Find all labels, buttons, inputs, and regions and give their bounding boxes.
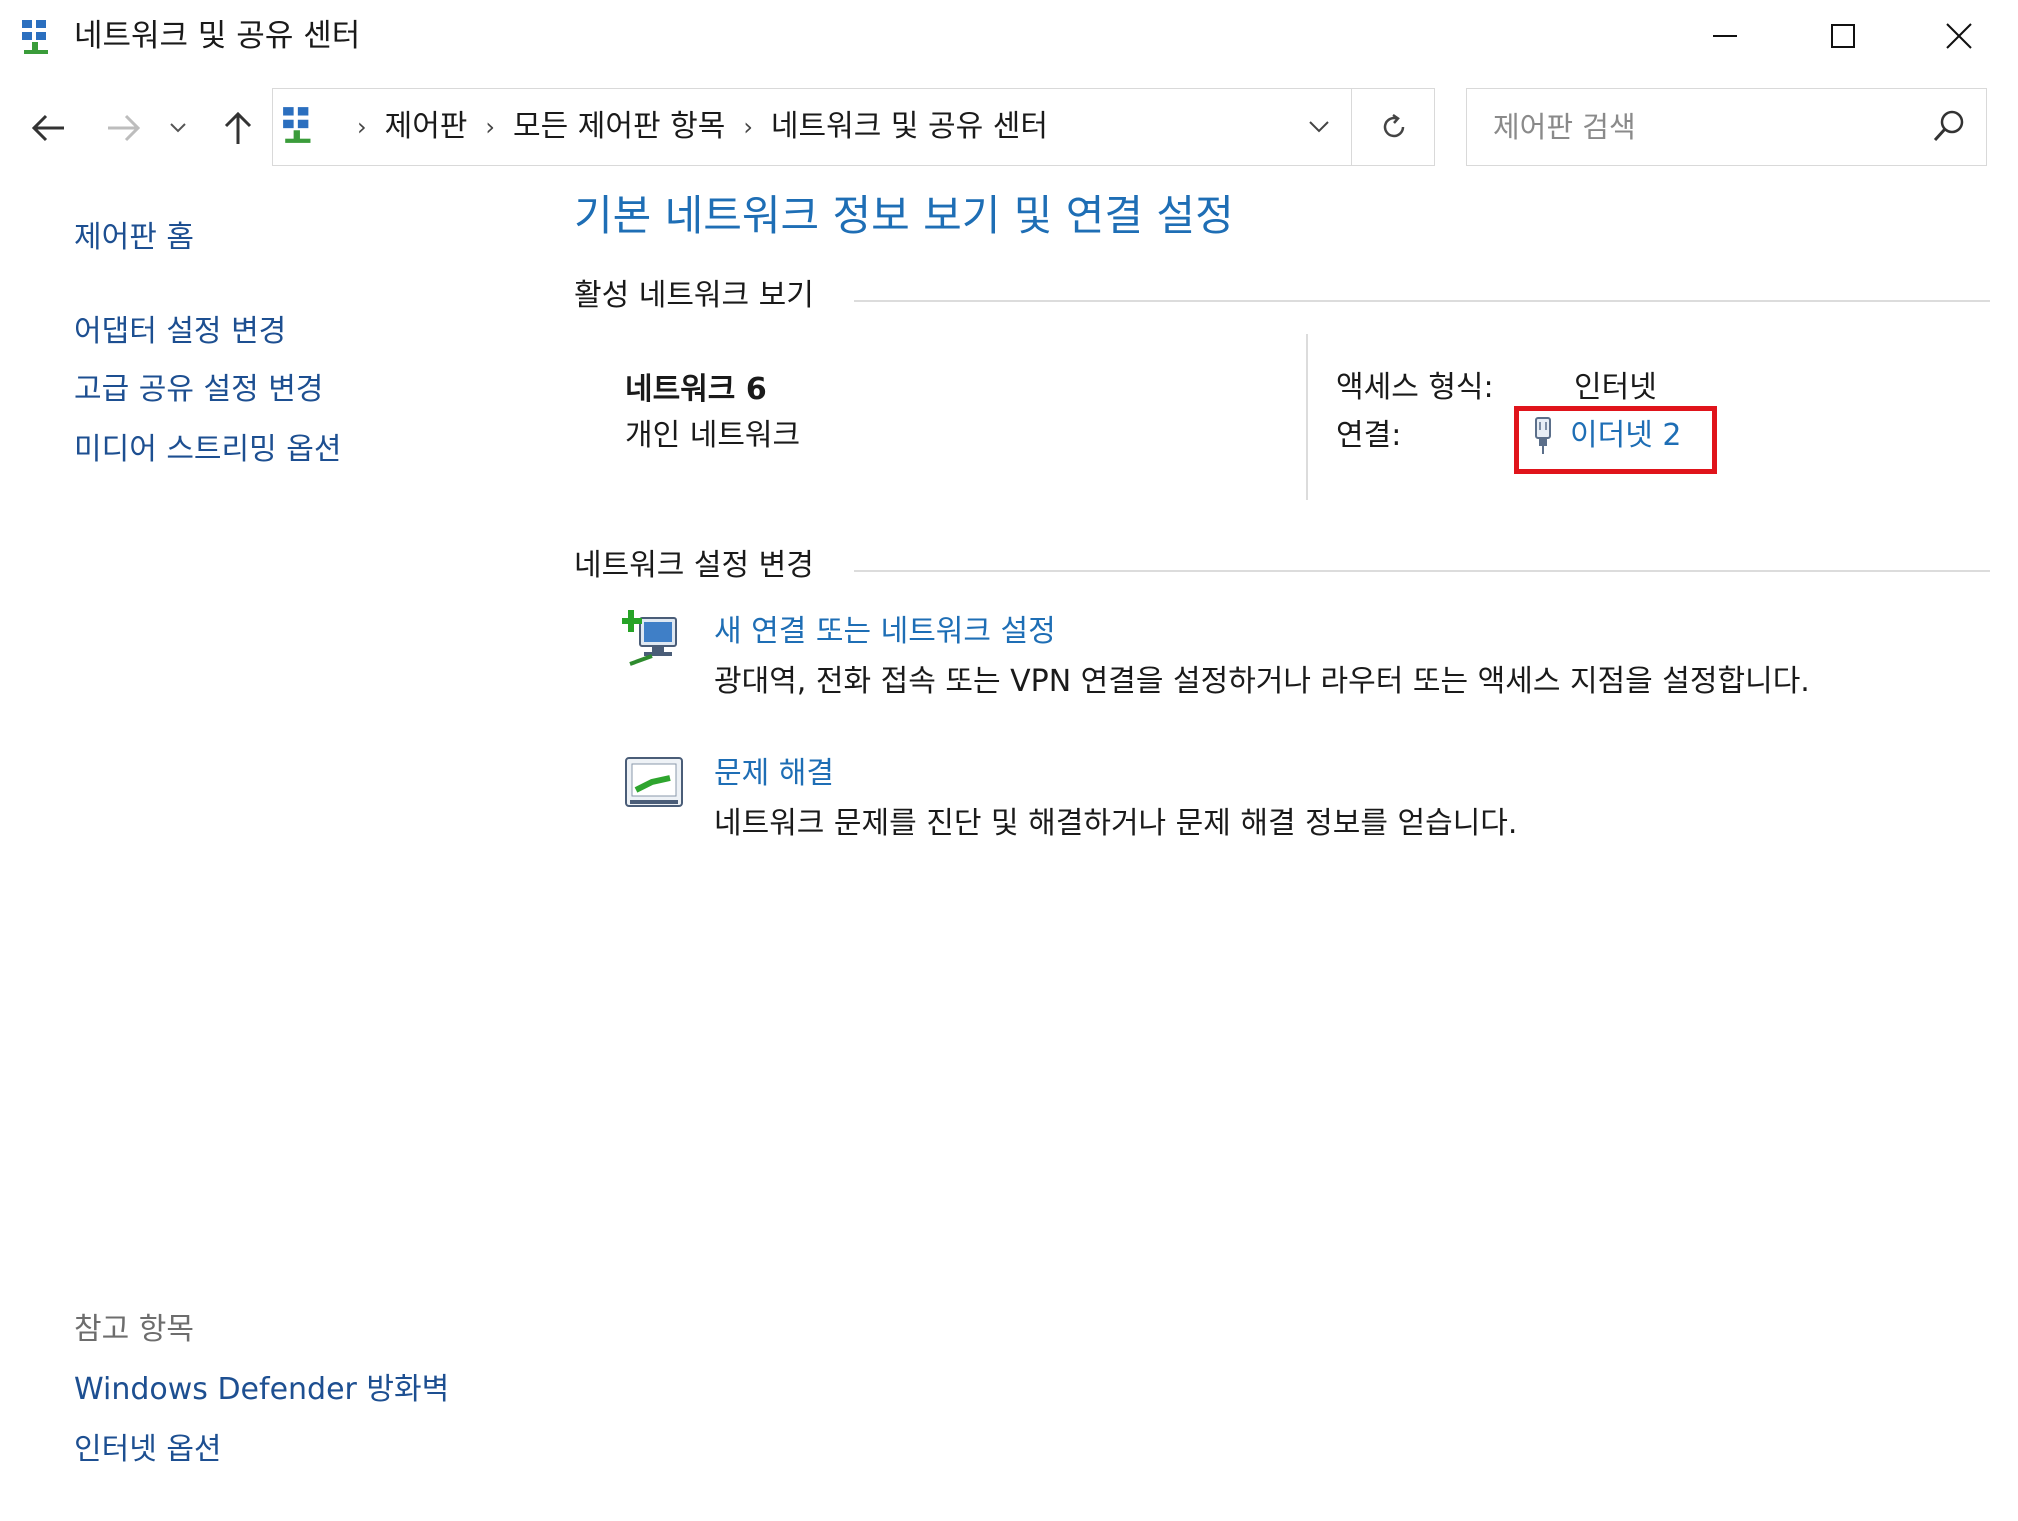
chevron-down-icon [170, 123, 186, 133]
title-bar: 네트워크 및 공유 센터 [0, 0, 2018, 72]
section-divider [854, 300, 1990, 302]
refresh-button[interactable] [1351, 89, 1436, 165]
close-icon [1946, 23, 1972, 49]
up-button[interactable] [210, 100, 266, 156]
back-button[interactable] [20, 100, 76, 156]
windows-defender-firewall-link[interactable]: Windows Defender 방화벽 [74, 1368, 449, 1412]
search-box[interactable]: 제어판 검색 [1466, 88, 1987, 166]
ethernet-connection-link[interactable]: 이더넷 2 [1530, 414, 1681, 458]
change-adapter-settings-link[interactable]: 어댑터 설정 변경 [74, 310, 286, 354]
minimize-icon [1713, 35, 1737, 37]
access-type-label: 액세스 형식: [1336, 370, 1494, 405]
arrow-left-icon [31, 114, 64, 142]
advanced-sharing-settings-link[interactable]: 고급 공유 설정 변경 [74, 368, 323, 412]
ethernet-connection-text[interactable]: 이더넷 2 [1570, 414, 1681, 458]
network-center-icon [281, 105, 321, 145]
connection-label: 연결: [1336, 418, 1402, 453]
arrow-up-icon [224, 111, 252, 144]
page-title: 기본 네트워크 정보 보기 및 연결 설정 [574, 191, 1234, 240]
see-also-header: 참고 항목 [74, 1312, 194, 1347]
forward-button[interactable] [96, 100, 152, 156]
recent-locations-button[interactable] [158, 100, 198, 156]
network-center-icon [20, 18, 58, 56]
breadcrumb: › 제어판 › 모든 제어판 항목 › 네트워크 및 공유 센터 [339, 105, 1048, 149]
control-panel-home-link[interactable]: 제어판 홈 [74, 216, 194, 260]
arrow-right-icon [108, 114, 141, 142]
new-connection-description: 광대역, 전화 접속 또는 VPN 연결을 설정하거나 라우터 또는 액세스 지… [714, 664, 1810, 699]
chevron-right-icon[interactable]: › [485, 105, 495, 149]
breadcrumb-all-items[interactable]: 모든 제어판 항목 [513, 105, 725, 149]
troubleshoot-icon [622, 752, 686, 816]
troubleshoot-description: 네트워크 문제를 진단 및 해결하거나 문제 해결 정보를 얻습니다. [714, 806, 1518, 841]
network-category: 개인 네트워크 [625, 418, 801, 453]
maximize-button[interactable] [1784, 0, 1902, 72]
breadcrumb-network-center[interactable]: 네트워크 및 공유 센터 [771, 105, 1048, 149]
close-button[interactable] [1900, 0, 2018, 72]
access-type-value: 인터넷 [1574, 370, 1657, 405]
troubleshoot-link[interactable]: 문제 해결 [714, 752, 834, 796]
new-connection-icon [620, 610, 686, 674]
change-settings-header: 네트워크 설정 변경 [574, 548, 814, 583]
chevron-right-icon[interactable]: › [743, 105, 753, 149]
minimize-button[interactable] [1666, 0, 1784, 72]
window-title: 네트워크 및 공유 센터 [74, 18, 361, 54]
breadcrumb-control-panel[interactable]: 제어판 [385, 105, 468, 149]
media-streaming-options-link[interactable]: 미디어 스트리밍 옵션 [74, 428, 341, 472]
section-divider [854, 570, 1990, 572]
address-bar[interactable]: › 제어판 › 모든 제어판 항목 › 네트워크 및 공유 센터 [272, 88, 1435, 166]
internet-options-link[interactable]: 인터넷 옵션 [74, 1428, 222, 1472]
address-dropdown-button[interactable] [1287, 89, 1351, 165]
maximize-icon [1831, 24, 1855, 48]
search-input[interactable]: 제어판 검색 [1493, 105, 1636, 149]
refresh-icon [1383, 113, 1405, 138]
chevron-down-icon [1309, 121, 1329, 133]
new-connection-link[interactable]: 새 연결 또는 네트워크 설정 [714, 610, 1056, 654]
chevron-right-icon[interactable]: › [357, 105, 367, 149]
active-networks-header: 활성 네트워크 보기 [574, 278, 814, 313]
network-name: 네트워크 6 [625, 372, 767, 407]
search-icon[interactable] [1928, 107, 1968, 147]
ethernet-icon [1535, 417, 1551, 454]
vertical-divider [1306, 334, 1308, 500]
